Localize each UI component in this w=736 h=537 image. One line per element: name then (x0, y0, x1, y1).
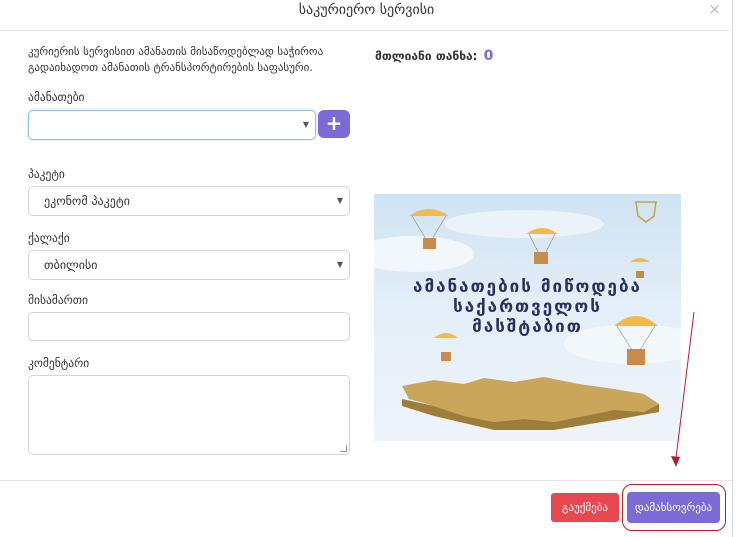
total-label: მთლიანი თანხა: (375, 49, 478, 63)
banner-line-1: ამანათების მიწოდება (413, 277, 642, 297)
courier-service-modal: საკურიერო სერვისი × კურიერის სერვისით ამ… (0, 0, 733, 537)
package-label: პაკეტი (28, 167, 65, 181)
delivery-banner: ამანათების მიწოდება საქართველოს მასშტაბი… (374, 194, 681, 441)
chevron-down-icon: ▼ (302, 120, 309, 129)
city-select[interactable]: თბილისი ▼ (28, 250, 350, 280)
save-button[interactable]: დამახსოვრება (627, 492, 720, 523)
cancel-button[interactable]: გაუქმება (551, 493, 619, 522)
city-label: ქალაქი (28, 231, 70, 245)
banner-line-3: მასშტაბით (472, 317, 583, 337)
total-value: 0 (483, 48, 494, 64)
intro-text: კურიერის სერვისით ამანათის მისაწოდებლად … (28, 45, 324, 74)
modal-header: საკურიერო სერვისი × (0, 0, 733, 31)
comment-textarea[interactable] (28, 375, 350, 455)
close-icon[interactable]: × (708, 0, 721, 18)
modal-title: საკურიერო სერვისი (298, 2, 435, 18)
chevron-down-icon: ▼ (336, 260, 343, 269)
banner-headline: ამანათების მიწოდება საქართველოს მასშტაბი… (374, 277, 681, 337)
address-input[interactable] (28, 312, 350, 341)
parcels-label: ამანათები (28, 90, 85, 104)
comment-label: კომენტარი (28, 356, 90, 370)
package-select-value: ეკონომ პაკეტი (44, 194, 130, 208)
package-select[interactable]: ეკონომ პაკეტი ▼ (28, 186, 350, 216)
city-select-value: თბილისი (44, 258, 98, 272)
chevron-down-icon: ▼ (336, 196, 343, 205)
resize-handle[interactable] (340, 445, 347, 452)
total-amount: მთლიანი თანხა: 0 (375, 48, 493, 64)
add-parcel-button[interactable]: + (318, 110, 350, 138)
address-label: მისამართი (28, 293, 88, 307)
company-logo-icon (635, 201, 657, 223)
parcels-select[interactable]: ▼ (28, 110, 316, 140)
banner-line-2: საქართველოს (453, 297, 602, 317)
